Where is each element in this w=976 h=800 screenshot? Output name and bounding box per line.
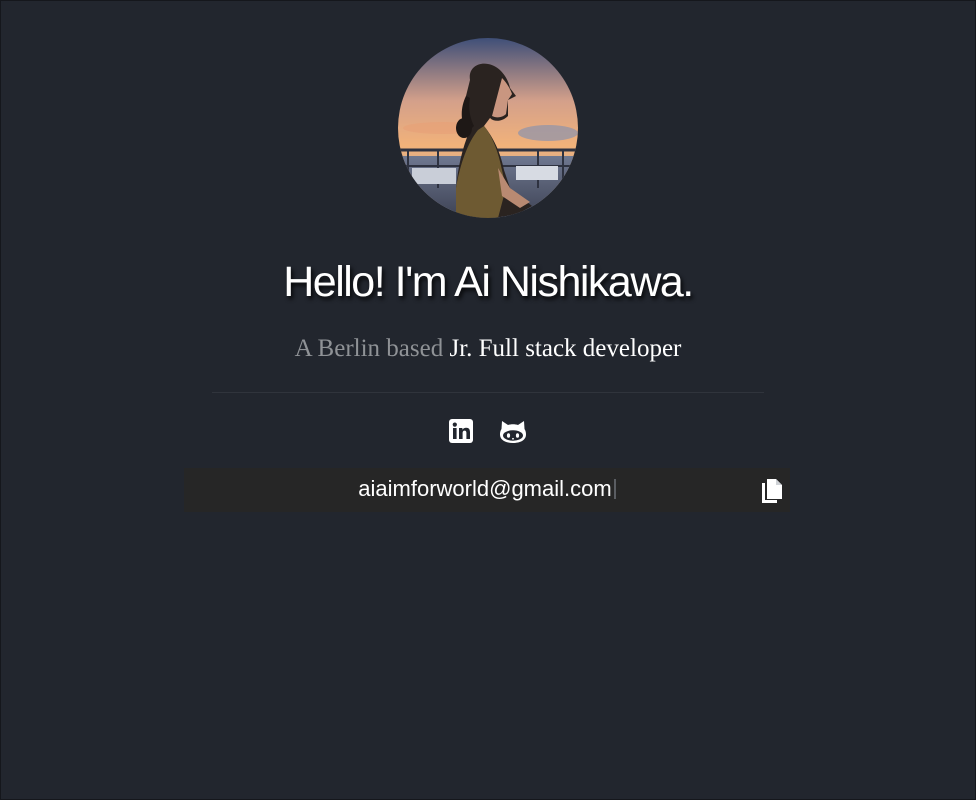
linkedin-icon [449, 419, 473, 443]
profile-photo [398, 38, 578, 218]
tagline-location: A Berlin based [294, 335, 444, 362]
copy-email-button[interactable] [760, 478, 784, 504]
tagline: A Berlin based Jr. Full stack developer [0, 335, 976, 363]
copy-icon [762, 479, 782, 503]
tagline-role: Jr. Full stack developer [449, 335, 682, 362]
github-link[interactable] [499, 417, 527, 445]
social-links [447, 417, 527, 445]
email-address[interactable]: aiaimforworld@gmail.com [358, 476, 611, 501]
linkedin-link[interactable] [447, 417, 475, 445]
page-title: Hello! I'm Ai Nishikawa. [283, 258, 694, 306]
github-octocat-icon [500, 421, 526, 443]
email-display[interactable]: aiaimforworld@gmail.com [184, 476, 790, 502]
avatar [398, 38, 578, 218]
section-divider [212, 392, 764, 393]
email-bar: aiaimforworld@gmail.com [184, 468, 790, 512]
text-caret [613, 479, 616, 499]
